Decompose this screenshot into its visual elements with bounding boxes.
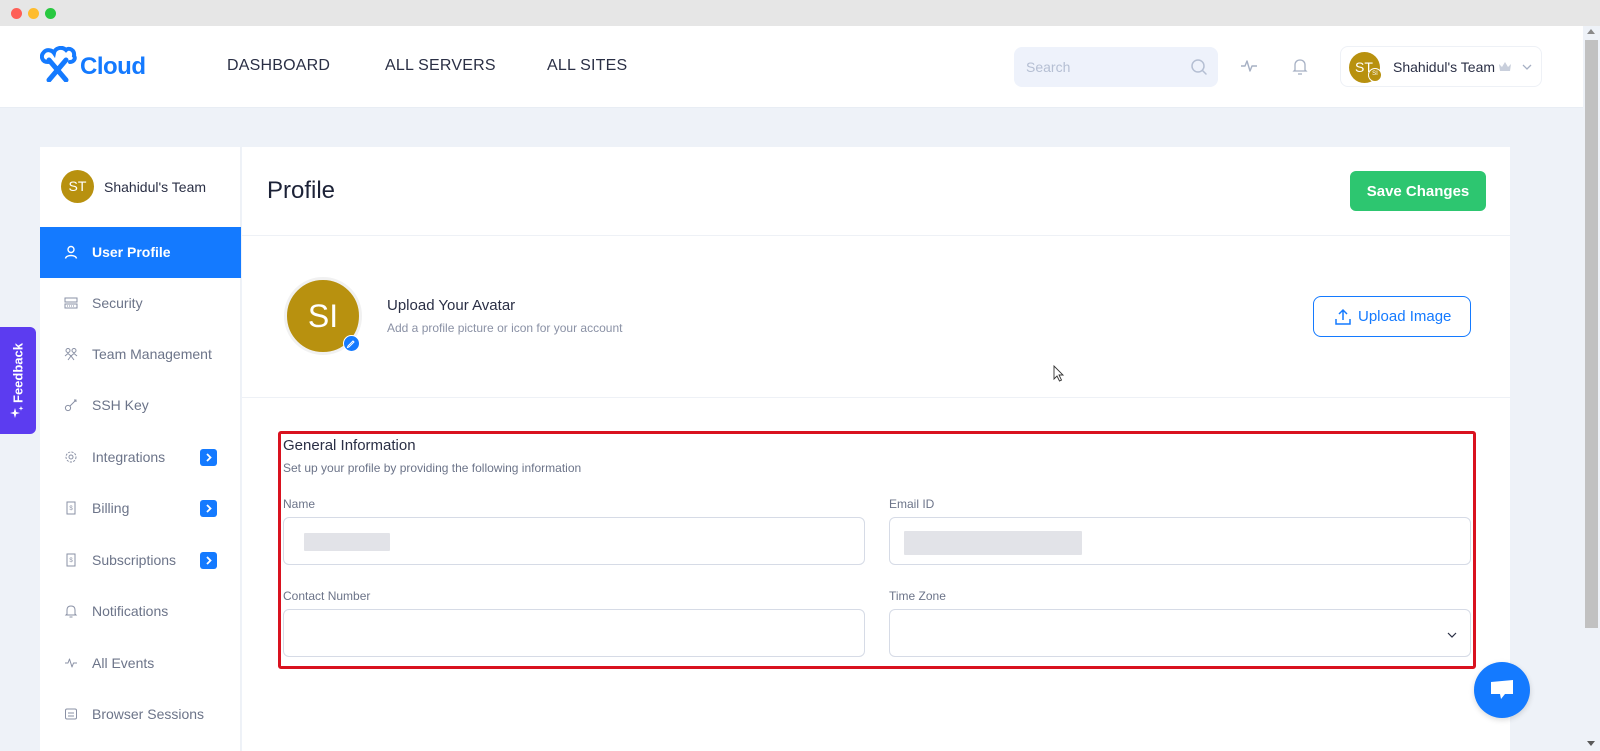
gear-icon <box>64 450 78 464</box>
subscriptions-icon: $ <box>64 553 78 567</box>
nav-all-servers[interactable]: ALL SERVERS <box>385 57 496 75</box>
email-label: Email ID <box>889 497 935 511</box>
sidebar-item-label: Browser Sessions <box>92 706 205 722</box>
mouse-cursor-icon <box>1053 364 1065 388</box>
browser-sessions-icon <box>64 707 78 721</box>
window-maximize-button[interactable] <box>45 8 56 19</box>
upload-avatar-subtitle: Add a profile picture or icon for your a… <box>387 321 623 335</box>
billing-icon: $ <box>64 501 78 515</box>
feedback-tab[interactable]: Feedback <box>0 327 36 434</box>
window-titlebar <box>0 0 1600 26</box>
feedback-label: Feedback <box>10 342 26 403</box>
contact-number-input[interactable] <box>284 610 864 656</box>
general-information-title: General Information <box>283 437 416 454</box>
nav-dashboard[interactable]: DASHBOARD <box>227 57 330 75</box>
svg-text:$: $ <box>69 558 73 564</box>
sidebar-team: ST Shahidul's Team <box>40 147 241 227</box>
sidebar-item-browser-sessions[interactable]: Browser Sessions <box>40 689 241 740</box>
activity-icon <box>64 656 78 670</box>
name-label: Name <box>283 497 316 511</box>
user-icon <box>64 245 78 259</box>
search-icon[interactable] <box>1190 58 1208 81</box>
sidebar-team-avatar: ST <box>61 170 94 203</box>
team-switcher[interactable]: ST SI Shahidul's Team <box>1340 46 1542 87</box>
sidebar-item-team-management[interactable]: Team Management <box>40 329 241 380</box>
sidebar-item-all-events[interactable]: All Events <box>40 638 241 689</box>
bell-icon <box>64 604 78 618</box>
key-icon <box>64 398 78 412</box>
sidebar-item-security[interactable]: Security <box>40 278 241 329</box>
page-title: Profile <box>267 177 336 204</box>
bell-icon[interactable] <box>1292 58 1308 81</box>
upload-image-label: Upload Image <box>1358 308 1452 325</box>
sidebar-item-ssh-key[interactable]: SSH Key <box>40 380 241 431</box>
upload-image-button[interactable]: Upload Image <box>1313 296 1471 337</box>
time-zone-label: Time Zone <box>889 589 946 603</box>
sidebar-item-label: Billing <box>92 500 130 516</box>
sidebar-item-label: All Events <box>92 655 155 671</box>
edit-avatar-button[interactable] <box>343 335 360 352</box>
sidebar-item-label: Security <box>92 295 143 311</box>
nav-all-sites[interactable]: ALL SITES <box>547 57 627 75</box>
upload-icon <box>1334 308 1352 330</box>
chat-icon <box>1491 680 1513 699</box>
scroll-up-arrow[interactable] <box>1587 29 1595 34</box>
sidebar-item-label: Subscriptions <box>92 552 177 568</box>
chevron-right-icon[interactable] <box>200 552 217 569</box>
team-name: Shahidul's Team <box>1393 59 1496 75</box>
chevron-right-icon[interactable] <box>200 449 217 466</box>
time-zone-select[interactable] <box>889 609 1471 657</box>
sidebar-team-name: Shahidul's Team <box>104 179 207 195</box>
window-close-button[interactable] <box>11 8 22 19</box>
sparkle-icon <box>10 405 24 424</box>
general-information-subtitle: Set up your profile by providing the fol… <box>283 461 582 475</box>
scroll-thumb[interactable] <box>1585 40 1598 628</box>
search-box <box>1014 47 1218 87</box>
logo-text: Cloud <box>80 52 146 80</box>
divider <box>242 235 1510 236</box>
sidebar-item-label: Notifications <box>92 603 169 619</box>
chat-widget-button[interactable] <box>1474 662 1530 718</box>
divider <box>242 397 1510 398</box>
team-icon <box>64 347 78 361</box>
redacted-email <box>904 531 1082 555</box>
email-field[interactable] <box>889 517 1471 565</box>
name-field[interactable] <box>283 517 865 565</box>
chevron-down-icon <box>1521 60 1533 78</box>
svg-text:$: $ <box>69 506 73 512</box>
sidebar-item-label: SSH Key <box>92 397 149 413</box>
sidebar-item-user-profile[interactable]: User Profile <box>40 227 241 278</box>
user-mini-avatar: SI <box>1368 68 1382 82</box>
sidebar-item-label: Team Management <box>92 346 212 362</box>
sidebar-item-subscriptions[interactable]: $ Subscriptions <box>40 535 241 586</box>
logo[interactable]: Cloud <box>39 45 146 87</box>
search-input[interactable] <box>1026 47 1186 87</box>
page-scrollbar[interactable] <box>1583 26 1600 751</box>
sidebar-item-label: Integrations <box>92 449 166 465</box>
sidebar-item-notifications[interactable]: Notifications <box>40 586 241 637</box>
contact-number-field[interactable] <box>283 609 865 657</box>
chevron-down-icon <box>1446 628 1458 646</box>
chevron-right-icon[interactable] <box>200 500 217 517</box>
window-minimize-button[interactable] <box>28 8 39 19</box>
cloud-logo-icon <box>39 45 78 87</box>
sidebar-item-integrations[interactable]: Integrations <box>40 432 241 483</box>
top-navbar: Cloud DASHBOARD ALL SERVERS ALL SITES ST… <box>0 26 1583 108</box>
activity-icon[interactable] <box>1240 58 1258 79</box>
sidebar-item-label: User Profile <box>92 244 171 260</box>
redacted-name <box>304 533 390 551</box>
pencil-icon <box>346 340 355 349</box>
profile-panel: Profile Save Changes SI Upload Your Avat… <box>242 147 1510 751</box>
crown-icon <box>1498 60 1512 78</box>
upload-avatar-title: Upload Your Avatar <box>387 297 516 314</box>
security-icon <box>64 296 78 310</box>
settings-sidebar: ST Shahidul's Team User Profile Security… <box>40 147 241 751</box>
scroll-down-arrow[interactable] <box>1587 741 1595 746</box>
sidebar-item-billing[interactable]: $ Billing <box>40 483 241 534</box>
contact-number-label: Contact Number <box>283 589 371 603</box>
save-changes-button[interactable]: Save Changes <box>1350 171 1486 211</box>
